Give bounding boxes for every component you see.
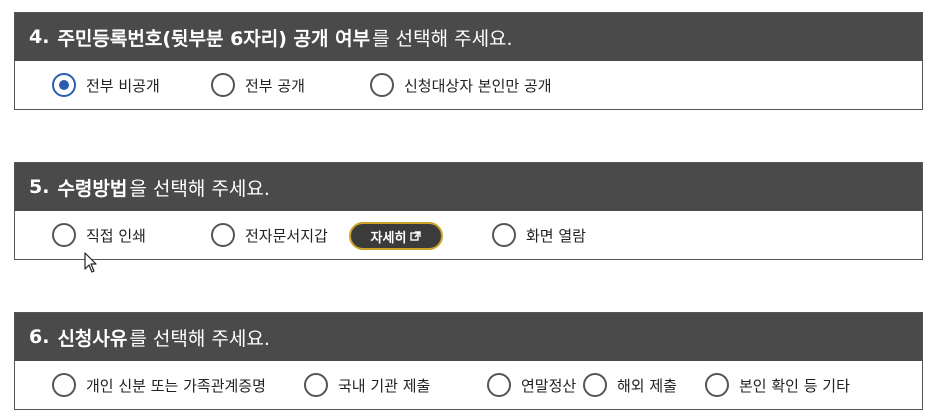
section-title-bold: 신청사유 [57, 327, 128, 350]
radio-button-checked[interactable] [52, 73, 76, 97]
option-label: 전부 공개 [245, 76, 305, 95]
detail-button[interactable]: 자세히 [349, 222, 443, 250]
section-title-rest: 을 선택해 주세요. [129, 177, 270, 200]
radio-button[interactable] [370, 73, 394, 97]
option-label: 직접 인쇄 [86, 226, 146, 245]
option-label: 본인 확인 등 기타 [739, 376, 850, 395]
section-header: 4. 주민등록번호(뒷부분 6자리) 공개 여부 를 선택해 주세요. [15, 13, 922, 61]
option-e-document-wallet[interactable]: 전자문서지갑 [211, 211, 328, 259]
option-family-relation-proof[interactable]: 개인 신분 또는 가족관계증명 [52, 361, 266, 409]
radio-button[interactable] [211, 73, 235, 97]
option-label: 신청대상자 본인만 공개 [404, 76, 552, 95]
section-title-rest: 를 선택해 주세요. [129, 327, 270, 350]
option-overseas-submission[interactable]: 해외 제출 [583, 361, 677, 409]
section-number: 6. [29, 326, 50, 348]
option-all-public[interactable]: 전부 공개 [211, 61, 305, 109]
section-header: 5. 수령방법 을 선택해 주세요. [15, 163, 922, 211]
section-receipt-method: 5. 수령방법 을 선택해 주세요. 직접 인쇄 전자문서지갑 자세히 화면 열… [14, 162, 923, 260]
section-title-rest: 를 선택해 주세요. [372, 27, 513, 50]
option-year-end-tax[interactable]: 연말정산 [487, 361, 576, 409]
option-direct-print[interactable]: 직접 인쇄 [52, 211, 146, 259]
option-all-private[interactable]: 전부 비공개 [52, 61, 160, 109]
option-label: 국내 기관 제출 [338, 376, 431, 395]
detail-button-label: 자세히 [370, 230, 407, 246]
section-number: 5. [29, 176, 50, 198]
option-screen-view[interactable]: 화면 열람 [492, 211, 586, 259]
radio-button[interactable] [52, 223, 76, 247]
section-request-reason: 6. 신청사유 를 선택해 주세요. 개인 신분 또는 가족관계증명 국내 기관… [14, 312, 923, 410]
option-label: 전자문서지갑 [245, 226, 328, 245]
section-rrn-disclosure: 4. 주민등록번호(뒷부분 6자리) 공개 여부 를 선택해 주세요. 전부 비… [14, 12, 923, 110]
section-title-bold: 주민등록번호(뒷부분 6자리) 공개 여부 [57, 27, 371, 50]
option-label: 연말정산 [521, 376, 577, 395]
external-link-icon [410, 230, 422, 241]
mouse-cursor-icon [84, 252, 97, 273]
radio-button[interactable] [487, 373, 511, 397]
section-options: 전부 비공개 전부 공개 신청대상자 본인만 공개 [15, 61, 922, 109]
option-label: 전부 비공개 [86, 76, 160, 95]
section-title-bold: 수령방법 [57, 177, 128, 200]
section-number: 4. [29, 26, 50, 48]
section-options: 직접 인쇄 전자문서지갑 자세히 화면 열람 [15, 211, 922, 259]
radio-button[interactable] [304, 373, 328, 397]
section-header: 6. 신청사유 를 선택해 주세요. [15, 313, 922, 361]
option-applicant-only-public[interactable]: 신청대상자 본인만 공개 [370, 61, 552, 109]
option-domestic-agency[interactable]: 국내 기관 제출 [304, 361, 430, 409]
radio-button[interactable] [583, 373, 607, 397]
option-identity-other[interactable]: 본인 확인 등 기타 [705, 361, 850, 409]
radio-button[interactable] [211, 223, 235, 247]
option-label: 해외 제출 [617, 376, 677, 395]
radio-button[interactable] [492, 223, 516, 247]
option-label: 화면 열람 [526, 226, 586, 245]
section-options: 개인 신분 또는 가족관계증명 국내 기관 제출 연말정산 해외 제출 본인 확… [15, 361, 922, 409]
radio-button[interactable] [52, 373, 76, 397]
radio-button[interactable] [705, 373, 729, 397]
option-label: 개인 신분 또는 가족관계증명 [86, 376, 266, 395]
